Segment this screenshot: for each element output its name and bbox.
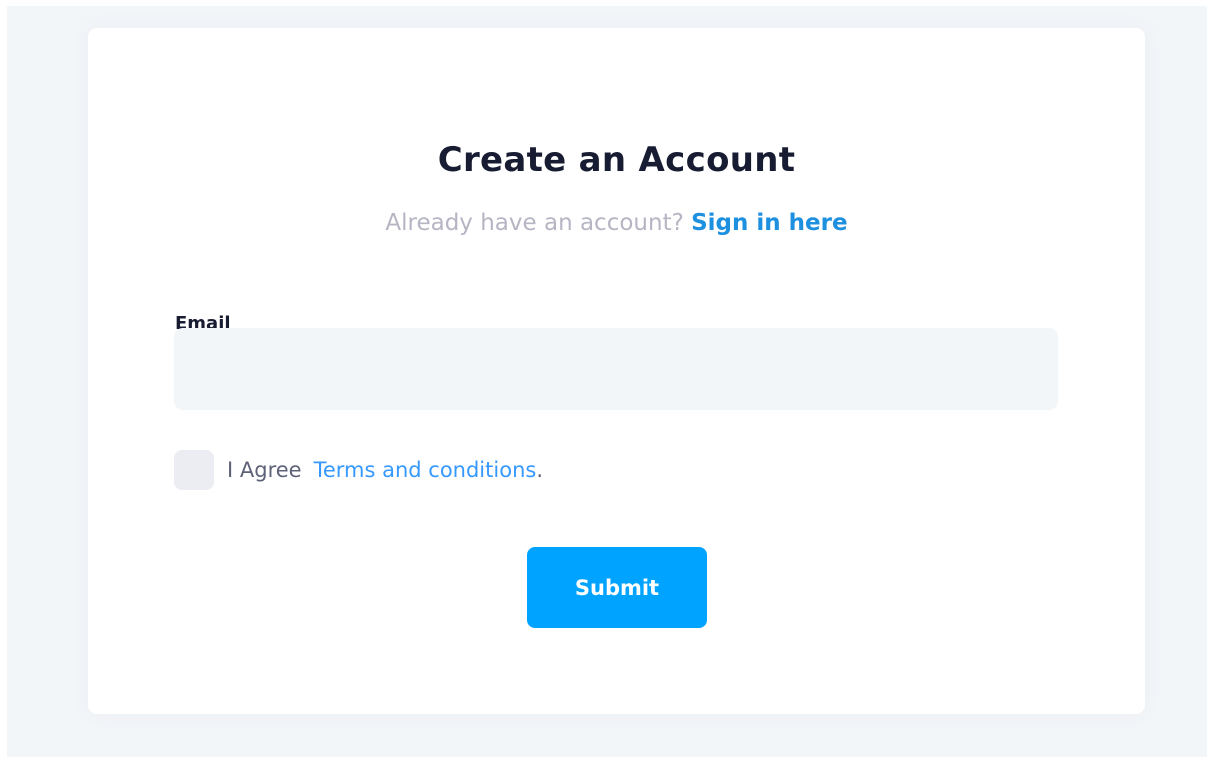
signin-link[interactable]: Sign in here	[691, 210, 847, 236]
submit-button[interactable]: Submit	[527, 547, 707, 628]
terms-checkbox[interactable]	[174, 450, 214, 490]
page-title: Create an Account	[437, 140, 796, 180]
signup-card: Create an Account Already have an accoun…	[88, 28, 1145, 714]
page-background: Create an Account Already have an accoun…	[7, 6, 1207, 757]
terms-agreement-row: I Agree Terms and conditions .	[174, 450, 543, 490]
signin-prompt-text: Already have an account?	[385, 210, 684, 236]
terms-period: .	[536, 458, 544, 482]
agree-label: I Agree	[227, 458, 302, 482]
email-field[interactable]	[174, 328, 1058, 410]
signin-prompt: Already have an account? Sign in here	[88, 210, 1145, 236]
terms-link[interactable]: Terms and conditions	[314, 458, 537, 482]
